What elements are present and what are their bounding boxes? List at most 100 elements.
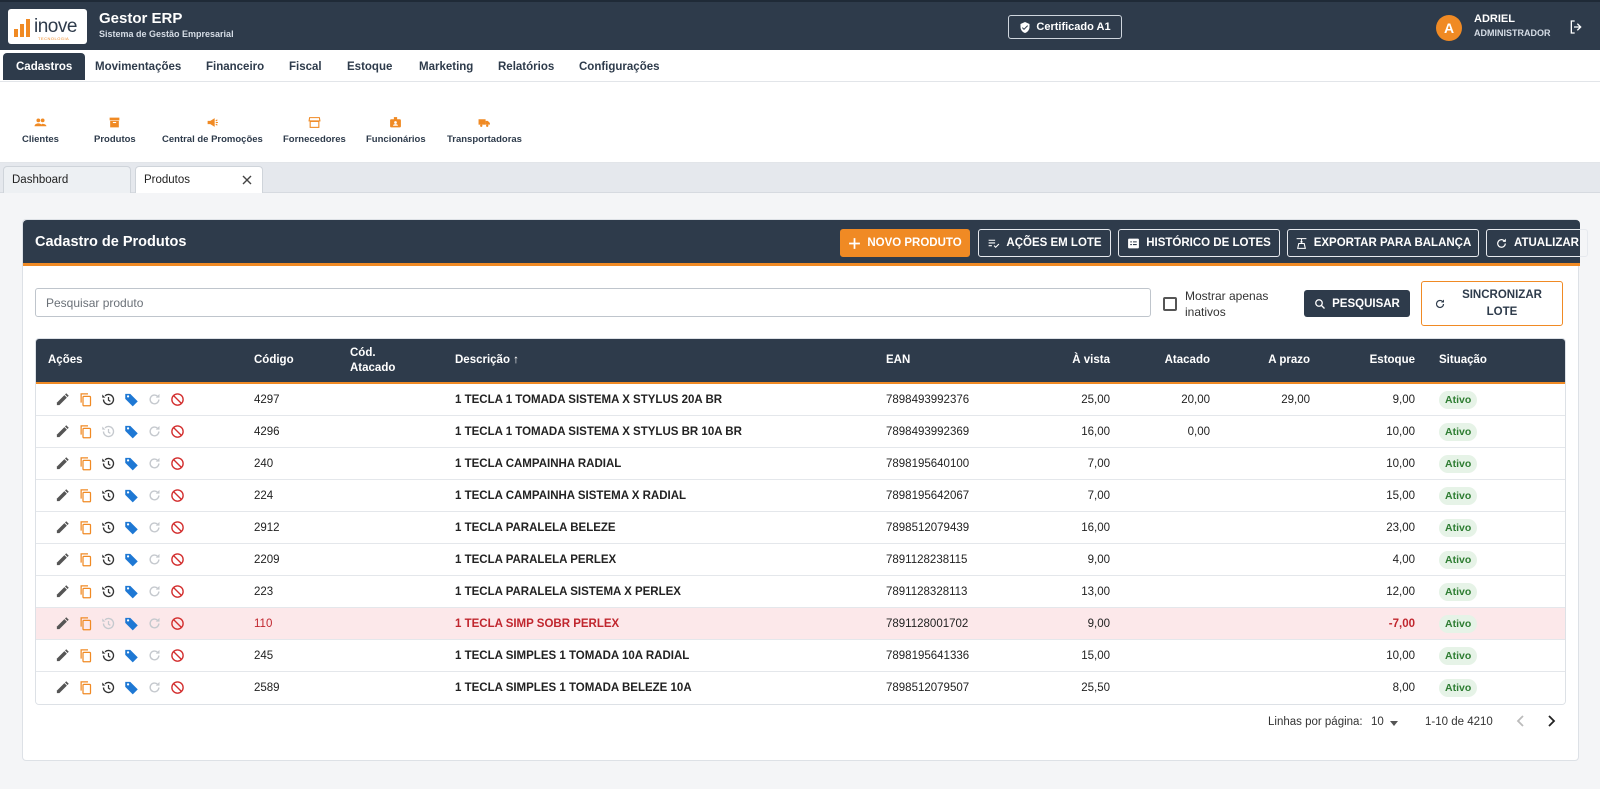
table-row[interactable]: 240 1 TECLA CAMPAINHA RADIAL 7898195640100… xyxy=(36,448,1565,480)
history-icon[interactable] xyxy=(101,392,116,407)
col-stock[interactable]: Estoque xyxy=(1341,339,1415,382)
price-tag-icon[interactable] xyxy=(124,552,139,567)
submenu-transportadoras[interactable]: Transportadoras xyxy=(447,116,522,145)
history-icon[interactable] xyxy=(101,680,116,695)
chevron-left-icon[interactable] xyxy=(1513,713,1529,729)
deactivate-icon[interactable] xyxy=(170,616,185,631)
history-icon[interactable] xyxy=(101,648,116,663)
batch-history-button[interactable]: HISTÓRICO DE LOTES xyxy=(1118,229,1280,257)
inactive-only-checkbox[interactable] xyxy=(1163,297,1177,311)
copy-icon[interactable] xyxy=(78,680,93,695)
edit-icon[interactable] xyxy=(55,392,70,407)
redo-icon[interactable] xyxy=(147,456,162,471)
logout-icon[interactable] xyxy=(1568,19,1584,35)
edit-icon[interactable] xyxy=(55,584,70,599)
col-wholesale[interactable]: Atacado xyxy=(1136,339,1210,382)
col-code[interactable]: Código xyxy=(254,339,294,382)
copy-icon[interactable] xyxy=(78,648,93,663)
redo-icon[interactable] xyxy=(147,392,162,407)
chevron-right-icon[interactable] xyxy=(1543,713,1559,729)
edit-icon[interactable] xyxy=(55,456,70,471)
col-status[interactable]: Situação xyxy=(1439,339,1487,382)
price-tag-icon[interactable] xyxy=(124,616,139,631)
history-icon[interactable] xyxy=(101,584,116,599)
history-icon[interactable] xyxy=(101,616,116,631)
caret-down-icon[interactable] xyxy=(1390,721,1398,726)
menu-configuracoes[interactable]: Configurações xyxy=(566,53,673,80)
history-icon[interactable] xyxy=(101,552,116,567)
history-icon[interactable] xyxy=(101,424,116,439)
edit-icon[interactable] xyxy=(55,520,70,535)
deactivate-icon[interactable] xyxy=(170,424,185,439)
price-tag-icon[interactable] xyxy=(124,488,139,503)
redo-icon[interactable] xyxy=(147,616,162,631)
deactivate-icon[interactable] xyxy=(170,392,185,407)
deactivate-icon[interactable] xyxy=(170,552,185,567)
new-product-button[interactable]: NOVO PRODUTO xyxy=(840,229,970,257)
col-term[interactable]: A prazo xyxy=(1236,339,1310,382)
tab-dashboard[interactable]: Dashboard xyxy=(3,166,131,193)
col-wholesale-code[interactable]: Cód. Atacado xyxy=(350,339,410,382)
submenu-produtos[interactable]: Produtos xyxy=(94,116,136,145)
redo-icon[interactable] xyxy=(147,584,162,599)
copy-icon[interactable] xyxy=(78,584,93,599)
deactivate-icon[interactable] xyxy=(170,680,185,695)
menu-financeiro[interactable]: Financeiro xyxy=(193,53,277,80)
copy-icon[interactable] xyxy=(78,392,93,407)
avatar[interactable]: A xyxy=(1436,15,1462,41)
export-scale-button[interactable]: EXPORTAR PARA BALANÇA xyxy=(1287,229,1479,257)
table-row[interactable]: 2589 1 TECLA SIMPLES 1 TOMADA BELEZE 10A 7… xyxy=(36,672,1565,704)
history-icon[interactable] xyxy=(101,456,116,471)
table-row[interactable]: 245 1 TECLA SIMPLES 1 TOMADA 10A RADIAL 78… xyxy=(36,640,1565,672)
table-row[interactable]: 224 1 TECLA CAMPAINHA SISTEMA X RADIAL 789… xyxy=(36,480,1565,512)
col-ean[interactable]: EAN xyxy=(886,339,910,382)
edit-icon[interactable] xyxy=(55,680,70,695)
price-tag-icon[interactable] xyxy=(124,584,139,599)
menu-marketing[interactable]: Marketing xyxy=(406,53,486,80)
search-button[interactable]: PESQUISAR xyxy=(1304,290,1410,317)
redo-icon[interactable] xyxy=(147,520,162,535)
redo-icon[interactable] xyxy=(147,424,162,439)
col-cash[interactable]: À vista xyxy=(1036,339,1110,382)
price-tag-icon[interactable] xyxy=(124,392,139,407)
redo-icon[interactable] xyxy=(147,552,162,567)
rows-per-page-select[interactable]: 10 xyxy=(1371,716,1384,728)
redo-icon[interactable] xyxy=(147,648,162,663)
menu-estoque[interactable]: Estoque xyxy=(334,53,405,80)
edit-icon[interactable] xyxy=(55,552,70,567)
refresh-button[interactable]: ATUALIZAR xyxy=(1486,229,1588,257)
edit-icon[interactable] xyxy=(55,616,70,631)
deactivate-icon[interactable] xyxy=(170,488,185,503)
submenu-clientes[interactable]: Clientes xyxy=(22,116,59,145)
table-row[interactable]: 2912 1 TECLA PARALELA BELEZE 7898512079439… xyxy=(36,512,1565,544)
price-tag-icon[interactable] xyxy=(124,520,139,535)
copy-icon[interactable] xyxy=(78,616,93,631)
edit-icon[interactable] xyxy=(55,424,70,439)
submenu-funcionarios[interactable]: Funcionários xyxy=(366,116,426,145)
certificate-button[interactable]: Certificado A1 xyxy=(1008,15,1122,39)
submenu-central-promocoes[interactable]: Central de Promoções xyxy=(162,116,263,145)
col-description[interactable]: Descrição ↑ xyxy=(455,339,519,382)
menu-fiscal[interactable]: Fiscal xyxy=(276,53,335,80)
deactivate-icon[interactable] xyxy=(170,648,185,663)
submenu-fornecedores[interactable]: Fornecedores xyxy=(283,116,346,145)
price-tag-icon[interactable] xyxy=(124,680,139,695)
table-row[interactable]: 4296 1 TECLA 1 TOMADA SISTEMA X STYLUS BR… xyxy=(36,416,1565,448)
table-row[interactable]: 110 1 TECLA SIMP SOBR PERLEX 7891128001702… xyxy=(36,608,1565,640)
redo-icon[interactable] xyxy=(147,680,162,695)
redo-icon[interactable] xyxy=(147,488,162,503)
table-row[interactable]: 2209 1 TECLA PARALELA PERLEX 7891128238115… xyxy=(36,544,1565,576)
menu-movimentacoes[interactable]: Movimentações xyxy=(82,53,194,80)
history-icon[interactable] xyxy=(101,488,116,503)
menu-relatorios[interactable]: Relatórios xyxy=(485,53,567,80)
table-row[interactable]: 223 1 TECLA PARALELA SISTEMA X PERLEX 7891… xyxy=(36,576,1565,608)
copy-icon[interactable] xyxy=(78,424,93,439)
tab-produtos[interactable]: Produtos xyxy=(135,166,263,193)
copy-icon[interactable] xyxy=(78,456,93,471)
copy-icon[interactable] xyxy=(78,520,93,535)
deactivate-icon[interactable] xyxy=(170,456,185,471)
copy-icon[interactable] xyxy=(78,552,93,567)
price-tag-icon[interactable] xyxy=(124,648,139,663)
sync-batch-button[interactable]: SINCRONIZAR LOTE xyxy=(1421,281,1563,326)
deactivate-icon[interactable] xyxy=(170,584,185,599)
